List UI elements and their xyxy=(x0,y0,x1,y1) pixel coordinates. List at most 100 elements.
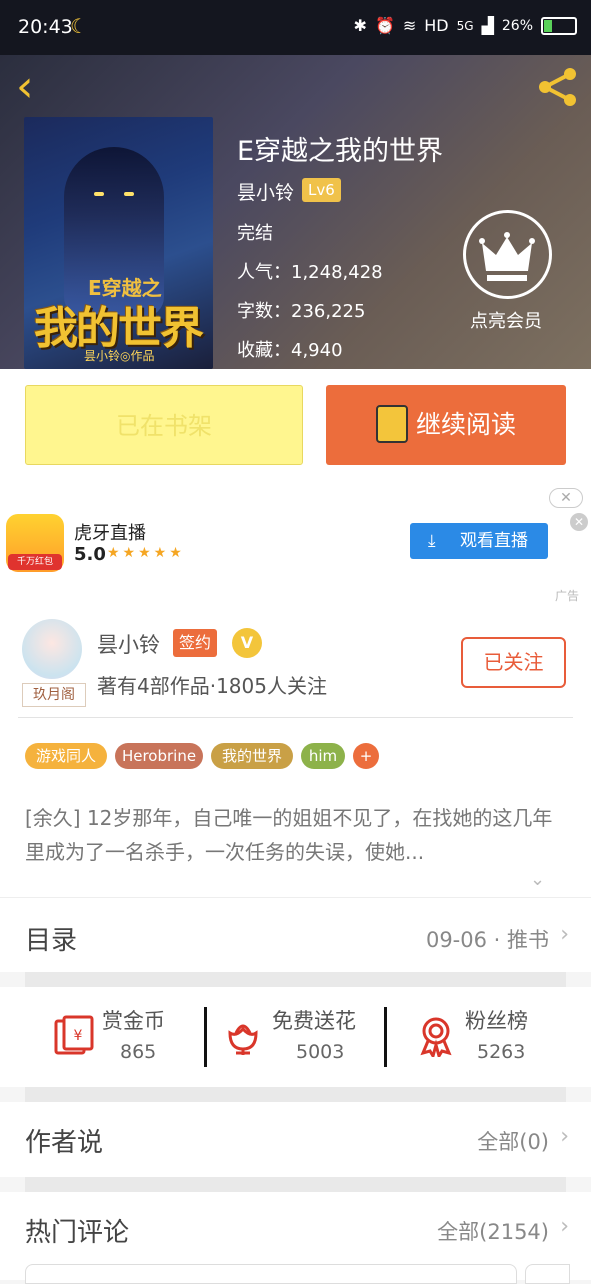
words-label: 字数： xyxy=(237,301,291,322)
alarm-icon: ⏰ xyxy=(374,16,395,35)
toc-title: 目录 xyxy=(25,926,78,956)
share-icon[interactable] xyxy=(536,65,580,109)
ad-score: 5.0 xyxy=(74,544,106,565)
ad-close-icon[interactable]: ✕ xyxy=(549,488,583,508)
ad-dismiss-icon[interactable]: ✕ xyxy=(570,513,588,531)
ad-rating-stars: ★★★★★ xyxy=(107,545,185,561)
network-label: HD xyxy=(424,16,449,35)
book-title: E穿越之我的世界 xyxy=(237,136,444,167)
back-button[interactable]: ‹ xyxy=(16,65,34,109)
continue-reading-button[interactable]: 继续阅读 xyxy=(326,385,566,465)
favorites-stat: 收藏：4,940 xyxy=(237,336,343,362)
in-shelf-button[interactable]: 已在书架 xyxy=(25,385,303,465)
svg-text:¥: ¥ xyxy=(74,1028,83,1044)
gift-value: 5263 xyxy=(477,1041,526,1063)
favorites-value: 4,940 xyxy=(291,340,343,361)
book-header: ‹ E穿越之 我的世界 昙小铃◎作品 E穿越之我的世界 昙小铃 Lv6 完结 人… xyxy=(0,55,591,369)
author-name[interactable]: 昙小铃 xyxy=(97,629,160,659)
ad-icon-badge: 千万红包 xyxy=(8,554,62,570)
popularity-label: 人气： xyxy=(237,262,291,283)
ad-label: 广告 xyxy=(555,589,580,603)
tag-game-fanfic[interactable]: 游戏同人 xyxy=(25,743,107,769)
gift-name: 赏金币 xyxy=(102,1009,165,1033)
hot-comments-title: 热门评论 xyxy=(25,1218,130,1248)
status-bar: 20:43 ☾ ✱ ⏰ ≋ HD 5G ▟ 26% xyxy=(0,0,591,55)
tag-add-button[interactable]: + xyxy=(353,743,379,769)
divider xyxy=(384,1007,387,1067)
medal-icon xyxy=(420,1017,452,1057)
author-says-title: 作者说 xyxy=(25,1128,104,1158)
chevron-right-icon: › xyxy=(560,1124,569,1149)
download-icon: ⤓ xyxy=(428,531,436,551)
tag-my-world[interactable]: 我的世界 xyxy=(211,743,293,769)
verified-v-icon: V xyxy=(232,628,262,658)
book-status: 完结 xyxy=(237,223,273,244)
comment-card[interactable] xyxy=(25,1264,517,1284)
watch-live-label: 观看直播 xyxy=(460,531,528,551)
avatar-badge: 玖月阁 xyxy=(22,683,86,707)
author-card[interactable]: 玖月阁 昙小铃 签约 V 著有4部作品·1805人关注 已关注 xyxy=(0,607,591,717)
section-gap xyxy=(25,972,566,987)
status-icons: ✱ ⏰ ≋ HD 5G ▟ 26% xyxy=(354,16,577,35)
huya-app-icon: 千万红包 xyxy=(6,514,64,572)
author-says-row[interactable]: 作者说 全部(0) › xyxy=(0,1102,591,1177)
author-says-all: 全部(0) xyxy=(477,1130,549,1154)
tag-him[interactable]: him xyxy=(301,743,345,769)
book-icon xyxy=(376,405,408,443)
gift-value: 865 xyxy=(120,1041,157,1063)
wifi-icon: ≋ xyxy=(402,16,417,35)
flower-icon xyxy=(228,1024,258,1055)
cover-eye xyxy=(94,192,104,196)
battery-text: 26% xyxy=(501,17,533,34)
signal-label: 5G xyxy=(456,18,474,33)
gift-name: 免费送花 xyxy=(272,1009,356,1033)
bluetooth-icon: ✱ xyxy=(353,16,367,35)
book-description[interactable]: [余久] 12岁那年，自己唯一的姐姐不见了，在找她的这几年里成为了一名杀手，一次… xyxy=(25,801,565,869)
toc-latest: 09-06 · 推书 xyxy=(425,928,549,952)
crown-icon xyxy=(479,232,535,281)
section-gap xyxy=(25,1087,566,1102)
cover-byline: 昙小铃◎作品 xyxy=(84,349,155,363)
battery-icon xyxy=(541,16,577,35)
comment-card[interactable] xyxy=(525,1264,570,1284)
divider xyxy=(204,1007,207,1067)
words-value: 236,225 xyxy=(291,301,366,322)
author-info: 著有4部作品·1805人关注 xyxy=(97,674,327,698)
continue-reading-label: 继续阅读 xyxy=(416,410,517,439)
book-author[interactable]: 昙小铃 xyxy=(237,178,294,205)
section-gap xyxy=(25,1177,566,1192)
hot-comments-all: 全部(2154) xyxy=(437,1220,549,1244)
popularity-value: 1,248,428 xyxy=(291,262,383,283)
gift-row: ¥ 赏金币 865 免费送花 5003 粉丝榜 5263 xyxy=(0,987,591,1087)
ad-banner[interactable]: 千万红包 虎牙直播 5.0 ★★★★★ ⤓ 观看直播 ✕ ✕ 广告 xyxy=(0,481,591,607)
divider xyxy=(18,717,573,718)
followed-button[interactable]: 已关注 xyxy=(461,637,566,688)
action-bar: 已在书架 继续阅读 xyxy=(0,369,591,481)
gift-value: 5003 xyxy=(296,1041,345,1063)
toc-row[interactable]: 目录 09-06 · 推书 › xyxy=(0,897,591,972)
book-cover[interactable]: E穿越之 我的世界 昙小铃◎作品 xyxy=(24,117,213,369)
words-stat: 字数：236,225 xyxy=(237,297,365,323)
send-flower-button[interactable]: 免费送花 5003 xyxy=(222,1005,372,1075)
cover-eye xyxy=(124,192,134,196)
signed-badge: 签约 xyxy=(173,629,218,657)
red-envelope-icon: ¥ xyxy=(54,1015,94,1055)
moon-icon: ☾ xyxy=(70,14,88,38)
ad-app-name: 虎牙直播 xyxy=(74,523,146,544)
tag-herobrine[interactable]: Herobrine xyxy=(115,743,203,769)
favorites-label: 收藏： xyxy=(237,340,291,361)
hot-comments-section[interactable]: 热门评论 全部(2154) › xyxy=(0,1192,591,1284)
status-time: 20:43 xyxy=(18,16,73,38)
vip-button[interactable] xyxy=(463,210,552,299)
signal-icon: ▟ xyxy=(481,16,494,35)
gift-name: 粉丝榜 xyxy=(465,1009,528,1033)
watch-live-button[interactable]: ⤓ 观看直播 xyxy=(410,523,548,559)
reward-coins-button[interactable]: ¥ 赏金币 865 xyxy=(52,1005,192,1075)
author-level-badge: Lv6 xyxy=(302,178,341,202)
vip-label[interactable]: 点亮会员 xyxy=(470,307,542,333)
chevron-right-icon: › xyxy=(560,922,569,947)
fan-ranking-button[interactable]: 粉丝榜 5263 xyxy=(415,1005,555,1075)
avatar[interactable] xyxy=(22,619,82,679)
tags-description-section: 游戏同人 Herobrine 我的世界 him + [余久] 12岁那年，自己唯… xyxy=(0,717,591,897)
chevron-down-icon[interactable]: ⌄ xyxy=(530,869,545,890)
